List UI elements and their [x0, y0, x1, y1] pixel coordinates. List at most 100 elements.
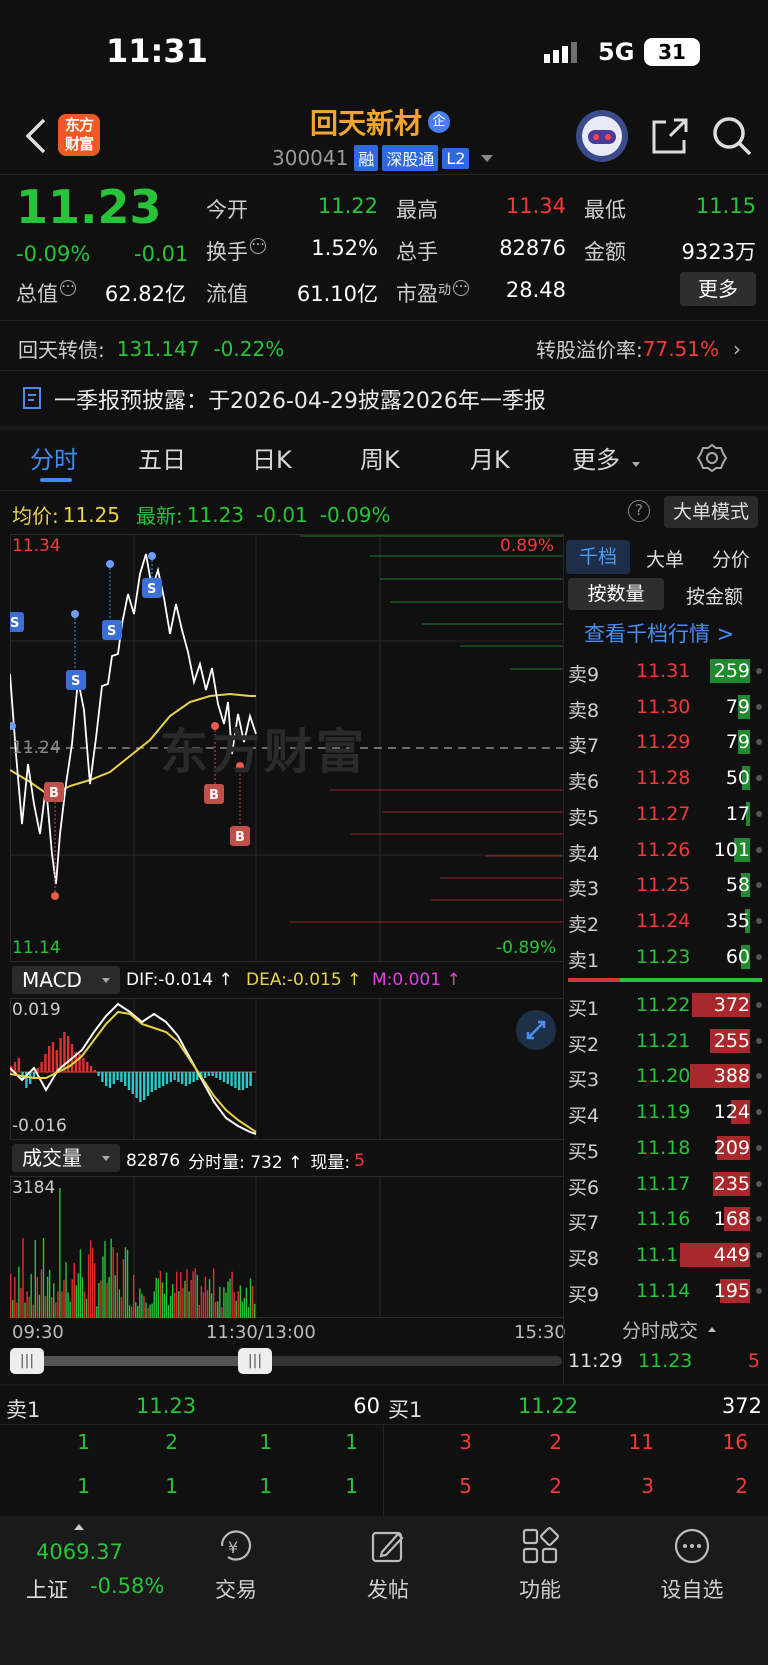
subtab-by-count[interactable]: 按数量 [568, 578, 664, 610]
stock-name: 回天新材 [310, 107, 423, 140]
notice-text[interactable]: 一季报预披露：于2026-04-29披露2026年一季报 [54, 383, 546, 415]
latest-change: -0.01 [256, 502, 308, 527]
ask-label: 卖4 [568, 842, 600, 865]
volume-bar [53, 1283, 55, 1318]
function-grid-icon[interactable] [520, 1526, 560, 1566]
ask-row[interactable]: 卖3 11.25 58 [566, 868, 764, 902]
bid-label: 买3 [568, 1069, 600, 1092]
volume-bar [34, 1240, 36, 1318]
chevron-down-icon [102, 1156, 110, 1161]
nav-add-watchlist[interactable]: 设自选 [642, 1574, 742, 1604]
tab-five-day[interactable]: 五日 [138, 440, 186, 475]
volume-bar [77, 1273, 80, 1318]
volume-bar [81, 1277, 84, 1318]
bid-row[interactable]: 买4 11.19 124 [566, 1095, 764, 1129]
orderbook-tab-thousand[interactable]: 千档 [566, 540, 630, 574]
back-icon[interactable] [22, 116, 52, 156]
nav-function[interactable]: 功能 [490, 1574, 590, 1604]
bid-row[interactable]: 买5 11.18 209 [566, 1131, 764, 1165]
share-icon[interactable] [650, 116, 690, 156]
index-value[interactable]: 4069.37 [36, 1540, 123, 1564]
volume-chart[interactable] [10, 1176, 564, 1318]
bond-row[interactable]: 回天转债: 131.147 -0.22% [18, 334, 284, 363]
chart-watermark: 东方财富 [160, 724, 369, 780]
settings-icon[interactable] [696, 442, 728, 474]
volume-bar [178, 1291, 180, 1318]
macd-chart[interactable] [10, 998, 564, 1140]
tag-connect: 深股通 [382, 145, 439, 171]
bid-row[interactable]: 买1 11.22 372 [566, 988, 764, 1022]
tab-day-k[interactable]: 日K [252, 440, 292, 475]
volume-bar [36, 1276, 39, 1318]
bid-row[interactable]: 买2 11.21 255 [566, 1024, 764, 1058]
search-icon[interactable] [710, 114, 754, 158]
macd-histogram-bar [234, 1072, 237, 1088]
fullscreen-icon[interactable] [516, 1010, 556, 1050]
more-button[interactable]: 更多 [680, 272, 756, 306]
volume-bar [22, 1238, 24, 1318]
tab-month-k[interactable]: 月K [470, 440, 510, 475]
ask-row[interactable]: 卖7 11.29 79 [566, 725, 764, 759]
stock-title[interactable]: 回天新材 企 [310, 102, 451, 142]
ask-price: 11.31 [636, 660, 691, 682]
queue-ask-label: 卖1 [6, 1398, 41, 1422]
info-icon[interactable]: ··· [60, 280, 76, 296]
bid-row[interactable]: 买6 11.17 235 [566, 1167, 764, 1201]
chevron-down-icon[interactable] [481, 154, 494, 162]
volume-selector[interactable]: 成交量 [12, 1144, 120, 1172]
ask-price: 11.24 [636, 909, 691, 932]
volume-bar [192, 1271, 194, 1318]
tab-intraday[interactable]: 分时 [30, 440, 78, 475]
ask-label: 卖6 [568, 771, 600, 794]
trade-icon[interactable]: ¥ [216, 1526, 256, 1566]
tab-more[interactable]: 更多 [572, 440, 620, 475]
ask-row[interactable]: 卖5 11.27 17 [566, 797, 764, 831]
slider-handle-right[interactable]: ||| [238, 1348, 272, 1374]
slider-handle-left[interactable]: ||| [10, 1348, 44, 1374]
robot-avatar-icon[interactable] [576, 110, 628, 162]
tab-week-k[interactable]: 周K [360, 440, 400, 475]
orderbook-tab-big[interactable]: 大单 [646, 545, 684, 572]
volume-bar [200, 1285, 203, 1318]
bid-row[interactable]: 买3 11.20 388 [566, 1059, 764, 1093]
help-icon[interactable]: ? [628, 500, 650, 522]
macd-selector[interactable]: MACD [12, 966, 120, 994]
ask-price: 11.26 [636, 838, 691, 861]
bid-row[interactable]: 买8 11.15 449 [566, 1238, 764, 1272]
post-icon[interactable] [368, 1526, 408, 1566]
subtab-by-amount[interactable]: 按金额 [686, 582, 743, 609]
ask-row[interactable]: 卖6 11.28 50 [566, 761, 764, 795]
svg-text:S: S [107, 624, 116, 639]
premium-row[interactable]: 转股溢价率: 77.51% › [536, 334, 741, 363]
nav-trade[interactable]: 交易 [186, 1574, 286, 1604]
ask-row[interactable]: 卖8 11.30 79 [566, 690, 764, 724]
more-dots-icon[interactable] [672, 1526, 712, 1566]
bid-row[interactable]: 买7 11.16 168 [566, 1202, 764, 1236]
ask-row[interactable]: 卖1 11.23 60 [566, 940, 764, 974]
queue-bid-price: 11.22 [518, 1394, 579, 1418]
stock-code: 300041 [272, 146, 349, 170]
volume-bar [165, 1272, 168, 1318]
volume-bar [104, 1241, 106, 1318]
macd-histogram-bar [211, 1072, 214, 1076]
info-icon[interactable]: ··· [453, 280, 470, 296]
view-thousand-link[interactable]: 查看千档行情 > [584, 618, 734, 648]
trades-title[interactable]: 分时成交 [622, 1316, 717, 1343]
volume-bar [71, 1279, 73, 1318]
info-icon[interactable]: ··· [250, 238, 266, 254]
orderbook-tab-price[interactable]: 分价 [712, 545, 750, 572]
volume-bar [63, 1279, 65, 1318]
ask-row[interactable]: 卖9 11.31 259 [566, 654, 764, 688]
trade-volume: 5 [747, 1350, 760, 1372]
change-pct: -0.09% [16, 242, 91, 266]
ask-row[interactable]: 卖4 11.26 101 [566, 833, 764, 867]
bid-row[interactable]: 买9 11.14 195 [566, 1274, 764, 1308]
big-order-mode-button[interactable]: 大单模式 [664, 496, 758, 528]
row-dot-icon [756, 775, 762, 782]
ask-row[interactable]: 卖2 11.24 35 [566, 904, 764, 938]
volume-bar [83, 1291, 86, 1318]
row-dot-icon [756, 1073, 762, 1080]
macd-histogram-bar [222, 1072, 226, 1082]
nav-post[interactable]: 发帖 [338, 1574, 438, 1604]
volume-bar [38, 1294, 41, 1318]
